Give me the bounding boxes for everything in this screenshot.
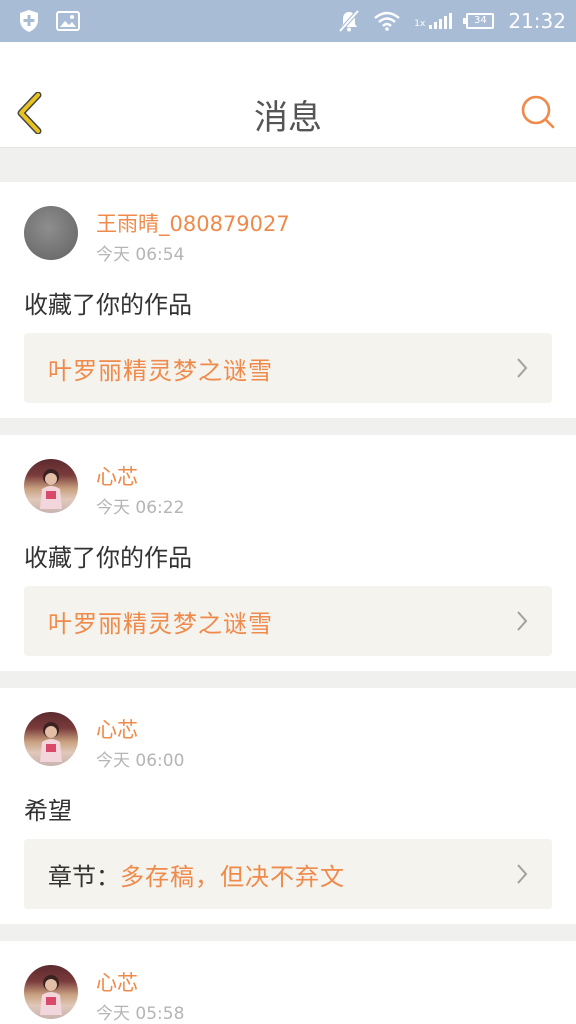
message-card: 心芯 今天 06:00 希望 章节： 多存稿，但决不弃文 (0, 688, 576, 924)
message-text: 收藏了你的作品 (24, 291, 192, 319)
mute-icon (338, 9, 360, 33)
link-title: 叶罗丽精灵梦之谜雪 (48, 609, 273, 638)
girl-photo-icon (40, 469, 62, 509)
status-bar: 1x 34 21:32 (0, 0, 576, 42)
signal-icon: 1x (414, 13, 453, 29)
message-text: 希望 (24, 797, 72, 825)
message-card: 心芯 今天 06:22 收藏了你的作品 叶罗丽精灵梦之谜雪 (0, 435, 576, 671)
username[interactable]: 心芯 (96, 461, 138, 491)
work-link[interactable]: 叶罗丽精灵梦之谜雪 (24, 333, 552, 403)
avatar[interactable] (24, 206, 78, 260)
avatar[interactable] (24, 965, 78, 1019)
battery-level: 34 (473, 15, 487, 26)
clock: 21:32 (508, 9, 566, 33)
avatar[interactable] (24, 712, 78, 766)
message-card: 心芯 今天 05:58 (0, 941, 576, 1024)
work-link[interactable]: 叶罗丽精灵梦之谜雪 (24, 586, 552, 656)
timestamp: 今天 05:58 (96, 1004, 185, 1024)
wifi-icon (374, 11, 401, 31)
chevron-right-icon (517, 611, 528, 631)
chevron-right-icon (517, 864, 528, 884)
network-type: 1x (414, 19, 426, 29)
avatar[interactable] (24, 459, 78, 513)
timestamp: 今天 06:22 (96, 498, 185, 518)
girl-photo-icon (40, 722, 62, 762)
message-text: 收藏了你的作品 (24, 544, 192, 572)
username[interactable]: 心芯 (96, 967, 138, 997)
shield-plus-icon (20, 10, 38, 32)
chapter-link[interactable]: 章节： 多存稿，但决不弃文 (24, 839, 552, 909)
girl-photo-icon (40, 975, 62, 1015)
chevron-right-icon (517, 358, 528, 378)
timestamp: 今天 06:00 (96, 751, 185, 771)
message-card: 王雨晴_080879027 今天 06:54 收藏了你的作品 叶罗丽精灵梦之谜雪 (0, 182, 576, 418)
link-prefix: 章节： (48, 862, 120, 891)
link-title: 多存稿，但决不弃文 (120, 862, 345, 891)
search-button[interactable] (520, 94, 556, 130)
app-header: 消息 (0, 42, 576, 148)
page-title: 消息 (254, 98, 322, 138)
timestamp: 今天 06:54 (96, 245, 185, 265)
username[interactable]: 王雨晴_080879027 (96, 208, 290, 238)
link-title: 叶罗丽精灵梦之谜雪 (48, 356, 273, 385)
image-icon (56, 11, 80, 31)
search-icon (521, 95, 555, 129)
username[interactable]: 心芯 (96, 714, 138, 744)
battery-icon: 34 (463, 13, 495, 29)
